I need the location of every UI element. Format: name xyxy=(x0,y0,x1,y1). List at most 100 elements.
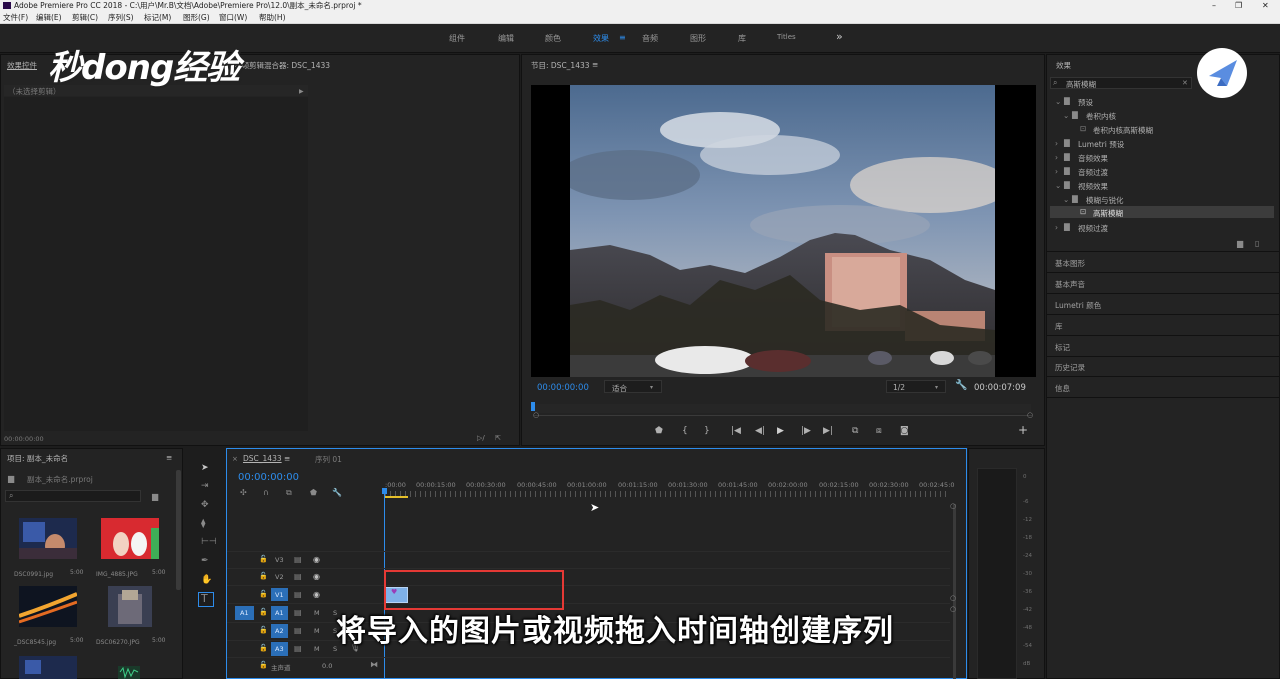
scroll-handle-icon[interactable]: ○ xyxy=(950,594,956,603)
minimize-button[interactable]: – xyxy=(1212,0,1216,11)
project-thumbnail[interactable] xyxy=(19,586,77,627)
new-bin-icon[interactable]: ▆ xyxy=(1237,239,1243,248)
timeline-timecode[interactable]: 00:00:00:00 xyxy=(238,472,299,483)
workspace-titles[interactable]: Titles xyxy=(777,33,796,41)
tree-item-audio-transitions[interactable]: 音频过渡 xyxy=(1078,167,1108,178)
maximize-button[interactable]: ❐ xyxy=(1235,0,1242,11)
lock-icon[interactable]: 🔓 xyxy=(259,608,268,617)
tree-item-blur-sharpen[interactable]: 模糊与锐化 xyxy=(1086,195,1124,206)
tree-item-presets[interactable]: 预设 xyxy=(1078,97,1093,108)
section-essential-graphics[interactable]: 基本图形 xyxy=(1055,258,1085,269)
panel-menu-icon[interactable]: ≡ xyxy=(166,453,172,462)
tab-sequence-01[interactable]: 序列 01 xyxy=(315,454,342,465)
go-to-in-icon[interactable]: |◀ xyxy=(731,427,741,436)
program-timecode-current[interactable]: 00:00:00:00 xyxy=(537,383,589,393)
menu-marker[interactable]: 标记(M) xyxy=(144,11,171,24)
project-search-input[interactable] xyxy=(5,490,141,502)
work-area-bar[interactable] xyxy=(385,496,408,498)
section-lumetri-color[interactable]: Lumetri 颜色 xyxy=(1055,300,1101,311)
razor-tool-icon[interactable]: ⧫ xyxy=(201,520,205,529)
workspace-color[interactable]: 颜色 xyxy=(545,33,561,44)
clear-search-icon[interactable]: ✕ xyxy=(1182,79,1188,88)
sync-lock-icon[interactable]: ▤ xyxy=(294,572,302,581)
lift-icon[interactable]: ⧉ xyxy=(852,427,858,436)
timeline-vertical-scrollbar[interactable] xyxy=(953,504,956,679)
tab-effect-controls[interactable]: 效果控件 xyxy=(7,60,37,71)
step-back-icon[interactable]: ◀| xyxy=(755,427,765,436)
lock-icon[interactable]: 🔓 xyxy=(259,590,268,599)
camera-icon[interactable]: ◙ xyxy=(900,427,909,436)
playhead-marker[interactable] xyxy=(382,488,387,494)
workspace-graphics[interactable]: 图形 xyxy=(690,33,706,44)
export-icon[interactable]: ⇱ xyxy=(495,434,501,443)
tree-item-gaussian-blur[interactable]: 高斯模糊 xyxy=(1093,208,1123,219)
project-thumbnail[interactable] xyxy=(19,656,77,679)
mute-button[interactable]: M xyxy=(314,609,320,617)
master-volume-value[interactable]: 0.0 xyxy=(322,662,332,670)
lock-icon[interactable]: 🔓 xyxy=(259,572,268,581)
project-thumbnail[interactable] xyxy=(108,586,152,627)
eye-icon[interactable]: ◉ xyxy=(313,555,320,564)
tree-item-convolution[interactable]: 卷积内核 xyxy=(1086,111,1116,122)
workspace-menu-icon[interactable]: ≡ xyxy=(619,33,626,42)
sync-lock-icon[interactable]: ▤ xyxy=(294,590,302,599)
add-marker-icon[interactable]: ⬟ xyxy=(655,427,663,436)
nest-icon[interactable]: ✣ xyxy=(240,488,247,497)
lock-icon[interactable]: 🔓 xyxy=(259,661,268,670)
section-markers[interactable]: 标记 xyxy=(1055,342,1070,353)
step-forward-icon[interactable]: |▶ xyxy=(801,427,811,436)
workspace-assembly[interactable]: 组件 xyxy=(449,33,465,44)
snap-icon[interactable]: ∩ xyxy=(263,488,269,497)
pen-tool-icon[interactable]: ✒ xyxy=(201,557,209,566)
tree-arrow-icon[interactable]: › xyxy=(1055,167,1058,176)
mute-button[interactable]: M xyxy=(314,645,320,653)
tab-sequence-dsc1433[interactable]: DSC_1433 xyxy=(243,454,282,463)
workspace-libraries[interactable]: 库 xyxy=(738,33,746,44)
add-marker-icon[interactable]: ⬟ xyxy=(310,488,317,497)
linked-selection-icon[interactable]: ⧉ xyxy=(286,488,292,497)
play-icon[interactable]: ▶ xyxy=(777,427,784,436)
mark-out-icon[interactable]: } xyxy=(704,427,710,436)
tab-audio-clip-mixer[interactable]: 音频剪辑混合器: DSC_1433 xyxy=(234,60,330,71)
lock-icon[interactable]: 🔓 xyxy=(259,644,268,653)
section-info[interactable]: 信息 xyxy=(1055,383,1070,394)
time-ruler[interactable] xyxy=(385,491,950,497)
delete-icon[interactable]: ▯ xyxy=(1255,239,1259,248)
eye-icon[interactable]: ◉ xyxy=(313,590,320,599)
section-libraries[interactable]: 库 xyxy=(1055,321,1063,332)
wrench-icon[interactable]: 🔧 xyxy=(332,488,342,497)
ripple-edit-tool-icon[interactable]: ✥ xyxy=(201,501,209,510)
add-button-icon[interactable]: + xyxy=(1018,424,1028,436)
tab-program-monitor[interactable]: 节目: DSC_1433 xyxy=(531,60,590,71)
menu-help[interactable]: 帮助(H) xyxy=(259,11,286,24)
lock-icon[interactable]: 🔓 xyxy=(259,626,268,635)
project-thumbnail[interactable] xyxy=(101,518,159,559)
panel-menu-icon[interactable]: ≡ xyxy=(592,60,598,69)
menu-graphics[interactable]: 图形(G) xyxy=(183,11,210,24)
section-essential-sound[interactable]: 基本声音 xyxy=(1055,279,1085,290)
tab-project[interactable]: 项目: 副本_未命名 xyxy=(7,453,68,464)
filter-icon[interactable]: ▷/ xyxy=(477,434,485,443)
mute-button[interactable]: M xyxy=(314,627,320,635)
new-bin-icon[interactable]: ▆ xyxy=(152,492,158,501)
go-to-out-icon[interactable]: ▶| xyxy=(823,427,833,436)
slip-tool-icon[interactable]: ⊢⊣ xyxy=(201,538,217,547)
menu-sequence[interactable]: 序列(S) xyxy=(108,11,134,24)
menu-file[interactable]: 文件(F) xyxy=(3,11,28,24)
lock-icon[interactable]: 🔓 xyxy=(259,555,268,564)
expand-arrow-icon[interactable]: ▶ xyxy=(299,87,304,96)
mark-in-icon[interactable]: { xyxy=(682,427,688,436)
tree-item-convolution-gaussian[interactable]: 卷积内核高斯模糊 xyxy=(1093,125,1153,136)
wrench-icon[interactable]: 🔧 xyxy=(955,381,967,391)
project-thumbnail[interactable] xyxy=(19,518,77,559)
tree-item-lumetri-presets[interactable]: Lumetri 预设 xyxy=(1078,139,1124,150)
menu-edit[interactable]: 编辑(E) xyxy=(36,11,62,24)
go-to-end-icon[interactable]: ⧓ xyxy=(370,660,378,669)
sync-lock-icon[interactable]: ▤ xyxy=(294,644,302,653)
close-tab-icon[interactable]: × xyxy=(232,455,238,464)
close-window-button[interactable]: ✕ xyxy=(1262,0,1269,11)
playhead-marker[interactable] xyxy=(531,402,535,411)
project-scrollbar[interactable] xyxy=(176,470,181,590)
eye-icon[interactable]: ◉ xyxy=(313,572,320,581)
sync-lock-icon[interactable]: ▤ xyxy=(294,608,302,617)
